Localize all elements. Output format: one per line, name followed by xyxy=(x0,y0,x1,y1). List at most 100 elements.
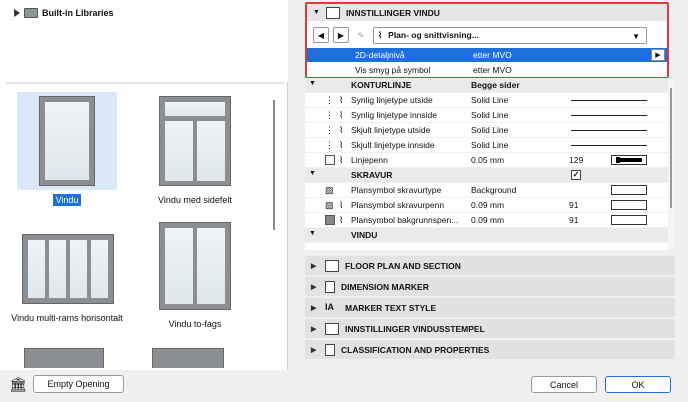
window-frame-icon xyxy=(22,234,114,304)
thumbnail-image xyxy=(17,92,117,190)
thumbnail-label: Vindu to-fags xyxy=(168,319,222,329)
classification-icon xyxy=(325,343,335,356)
settings-pane: ▼ INNSTILLINGER VINDU ◀ ▶ ✎ ⌇ Plan- og s… xyxy=(297,0,688,402)
library-divider xyxy=(6,82,284,84)
pen-icon: ⌇ xyxy=(339,200,344,210)
window-frame-icon xyxy=(24,348,104,368)
view-dropdown-label: Plan- og snittvisning... xyxy=(388,30,479,40)
library-scrollbar[interactable] xyxy=(273,100,275,230)
thumbnail-grid: Vindu Vindu med sidefelt Vindu multi-ram… xyxy=(8,92,270,368)
line-preview xyxy=(571,115,647,116)
library-tree: Built-in Libraries xyxy=(6,0,288,82)
row-value[interactable]: etter MVO xyxy=(473,65,512,75)
skravur-checkbox[interactable]: ✓ xyxy=(571,170,581,180)
text-style-icon: IA xyxy=(325,301,334,312)
window-settings-icon xyxy=(325,6,340,19)
row-value[interactable]: etter MVO xyxy=(473,50,512,60)
table-row[interactable]: ▧ ⌇ Plansymbol skravurpenn 0.09 mm 91 xyxy=(305,198,669,213)
library-footer: 🏛 Empty Opening xyxy=(0,370,288,402)
chevron-right-icon[interactable]: ▶ xyxy=(651,49,665,61)
collapse-triangle-icon[interactable]: ▼ xyxy=(309,230,316,237)
empty-opening-button[interactable]: Empty Opening xyxy=(33,375,124,393)
section-classification-and-properties[interactable]: ▶ CLASSIFICATION AND PROPERTIES xyxy=(305,340,675,359)
group-konturlinje[interactable]: ▼ KONTURLINJE Begge sider xyxy=(305,78,669,93)
view-navigation: ◀ ▶ ✎ ⌇ Plan- og snittvisning... ▼ xyxy=(307,24,667,46)
line-type-icon: ⋮ xyxy=(325,95,334,105)
line-type-icon: ⋮ xyxy=(325,125,334,135)
window-frame-icon xyxy=(39,96,95,186)
line-type-icon: ⋮ xyxy=(325,140,334,150)
pen-color-icon xyxy=(325,155,335,165)
expand-triangle-icon[interactable]: ▶ xyxy=(311,346,319,354)
expand-triangle-icon[interactable]: ▶ xyxy=(311,283,319,291)
window-frame-icon xyxy=(152,348,224,368)
expand-triangle-icon[interactable] xyxy=(14,9,20,17)
table-row[interactable]: ⌇ Linjepenn 0.05 mm 129 xyxy=(305,153,669,168)
thumbnail-image xyxy=(145,92,245,190)
tree-item-built-in-libraries[interactable]: Built-in Libraries xyxy=(14,5,114,21)
fill-swatch[interactable] xyxy=(611,185,647,195)
floor-plan-icon xyxy=(325,259,339,272)
section-header-innstillinger-vindu[interactable]: ▼ INNSTILLINGER VINDU xyxy=(307,4,667,21)
chevron-down-icon: ▼ xyxy=(632,31,640,41)
section-dimension-marker[interactable]: ▶ DIMENSION MARKER xyxy=(305,277,675,296)
tree-item-label: Built-in Libraries xyxy=(42,8,114,18)
table-row[interactable]: ▨ Plansymbol skravurtype Background xyxy=(305,183,669,198)
group-skravur[interactable]: ▼ SKRAVUR ✓ xyxy=(305,168,669,183)
properties-scrollbar[interactable] xyxy=(668,78,674,250)
pen-icon: ⌇ xyxy=(339,155,344,165)
library-manager-icon[interactable]: 🏛 xyxy=(8,374,28,394)
properties-table: ▼ KONTURLINJE Begge sider ⋮ ⌇ Synlig lin… xyxy=(305,78,669,250)
hatch-icon: ▨ xyxy=(325,185,334,195)
pen-icon: ⌇ xyxy=(339,125,344,135)
collapse-triangle-icon[interactable]: ▼ xyxy=(309,170,316,177)
thumbnail-vindu-to-fags[interactable]: Vindu to-fags xyxy=(136,218,254,330)
window-stamp-icon xyxy=(325,322,339,335)
hatch-pen-icon: ▧ xyxy=(325,200,334,210)
pen-icon: ⌇ xyxy=(339,95,344,105)
collapse-triangle-icon[interactable]: ▼ xyxy=(309,80,316,87)
previous-button[interactable]: ◀ xyxy=(313,27,329,43)
table-row[interactable]: ⌇ Plansymbol bakgrunnspen... 0.09 mm 91 xyxy=(305,213,669,228)
thumbnail-label: Vindu med sidefelt xyxy=(158,195,232,205)
library-pane: Built-in Libraries Vindu Vindu med sidef xyxy=(0,0,288,402)
line-preview xyxy=(571,100,647,101)
cancel-button[interactable]: Cancel xyxy=(531,376,597,393)
row-name: Vis smyg på symbol xyxy=(355,65,431,75)
window-frame-icon xyxy=(159,222,231,310)
brush-icon: ⌇ xyxy=(378,29,383,40)
pen-swatch[interactable] xyxy=(611,200,647,210)
line-type-icon: ⋮ xyxy=(325,110,334,120)
row-2d-detaljniva[interactable]: 2D-detaljnivå etter MVO ▶ xyxy=(307,48,667,62)
next-button[interactable]: ▶ xyxy=(333,27,349,43)
table-row[interactable]: ⋮ ⌇ Synlig linjetype innside Solid Line xyxy=(305,108,669,123)
pen-icon: ⌇ xyxy=(339,140,344,150)
expand-triangle-icon[interactable]: ▶ xyxy=(311,262,319,270)
expand-triangle-icon[interactable]: ▶ xyxy=(311,325,319,333)
pen-icon: ⌇ xyxy=(339,110,344,120)
background-pen-icon xyxy=(325,215,335,225)
thumbnail-vindu-multi-rams-horisontalt[interactable]: Vindu multi-rams horisontalt xyxy=(8,230,126,324)
thumbnail-vindu-med-sidefelt[interactable]: Vindu med sidefelt xyxy=(136,92,254,206)
table-row[interactable]: ⋮ ⌇ Synlig linjetype utside Solid Line xyxy=(305,93,669,108)
row-name: 2D-detaljnivå xyxy=(355,50,405,60)
group-vindu[interactable]: ▼ VINDU xyxy=(305,228,669,243)
table-row[interactable]: ⋮ ⌇ Skjult linjetype utside Solid Line xyxy=(305,123,669,138)
expand-triangle-icon[interactable]: ▶ xyxy=(311,304,319,312)
edit-icon[interactable]: ✎ xyxy=(353,27,369,43)
section-innstillinger-vindusstempel[interactable]: ▶ INNSTILLINGER VINDUSSTEMPEL xyxy=(305,319,675,338)
pen-icon: ⌇ xyxy=(339,215,344,225)
view-dropdown[interactable]: ⌇ Plan- og snittvisning... ▼ xyxy=(373,26,647,44)
thumbnail-image xyxy=(145,218,245,314)
window-settings-section: ▼ INNSTILLINGER VINDU ◀ ▶ ✎ ⌇ Plan- og s… xyxy=(305,2,669,78)
thumbnail-vindu[interactable]: Vindu xyxy=(8,92,126,206)
row-vis-smyg[interactable]: Vis smyg på symbol etter MVO xyxy=(307,63,667,77)
ok-button[interactable]: OK xyxy=(605,376,671,393)
line-preview xyxy=(571,130,647,131)
pen-swatch[interactable] xyxy=(611,215,647,225)
table-row[interactable]: ⋮ ⌇ Skjult linjetype innside Solid Line xyxy=(305,138,669,153)
section-marker-text-style[interactable]: ▶ IA MARKER TEXT STYLE xyxy=(305,298,675,317)
pen-swatch[interactable] xyxy=(611,155,647,165)
section-floor-plan-and-section[interactable]: ▶ FLOOR PLAN AND SECTION xyxy=(305,256,675,275)
collapse-triangle-icon[interactable]: ▼ xyxy=(313,9,320,16)
